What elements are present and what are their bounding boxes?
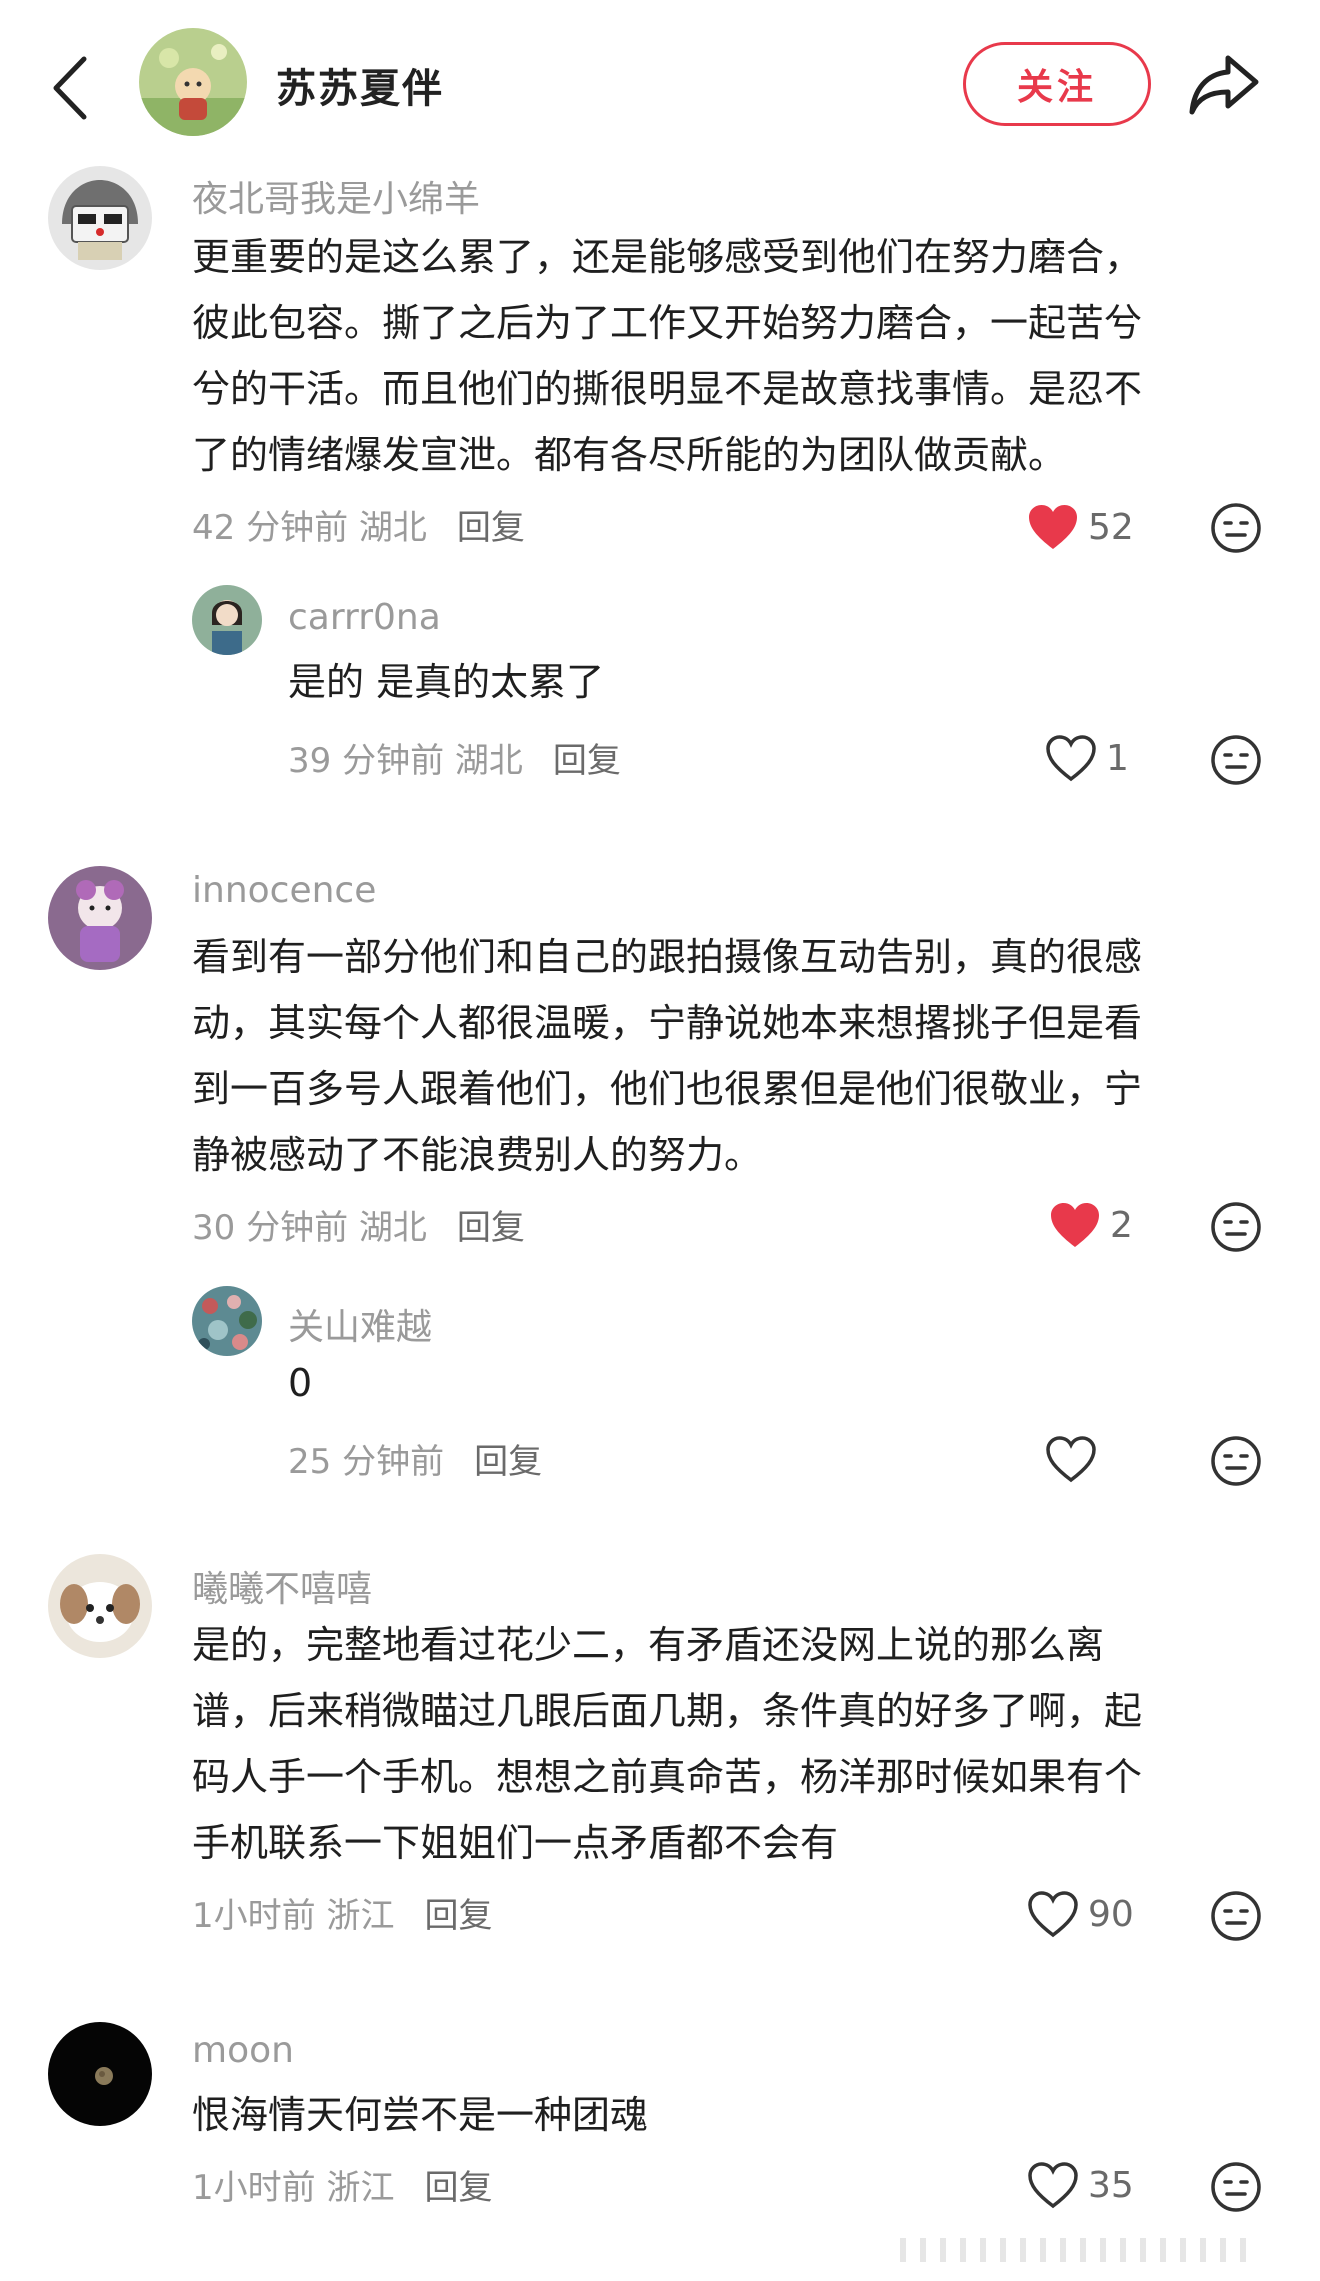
- commenter-name[interactable]: 曦曦不嘻嘻: [192, 1560, 372, 1612]
- commenter-avatar[interactable]: [48, 866, 152, 970]
- like-count: 35: [1088, 2164, 1134, 2206]
- author-name: 苏苏夏伴: [276, 66, 444, 112]
- heart-icon: [1028, 2162, 1078, 2209]
- author-avatar[interactable]: [139, 28, 247, 136]
- commenter-avatar[interactable]: [192, 1286, 262, 1356]
- comment-text-line: 谱，后来稍微瞄过几眼后面几期，条件真的好多了啊，起: [192, 1689, 1143, 1733]
- comment-text-line: 恨海情天何尝不是一种团魂: [192, 2093, 649, 2137]
- comment-text-line: 码人手一个手机。想想之前真命苦，杨洋那时候如果有个: [192, 1755, 1143, 1799]
- commenter-name[interactable]: 关山难越: [288, 1298, 432, 1350]
- reply-button[interactable]: 回复: [457, 1208, 525, 1248]
- commenter-avatar[interactable]: [48, 2022, 152, 2126]
- reply-button[interactable]: 回复: [553, 741, 621, 781]
- reply-button[interactable]: 回复: [474, 1442, 542, 1482]
- emoji-face-icon: [1211, 735, 1261, 785]
- comment-text-line: 彼此包容。撕了之后为了工作又开始努力磨合，一起苦兮: [192, 301, 1143, 345]
- commenter-name[interactable]: carrr0na: [288, 597, 441, 638]
- watermark-bars: [880, 2230, 1280, 2270]
- comment-text-line: 是的 是真的太累了: [288, 660, 605, 704]
- like-button[interactable]: 1: [1044, 733, 1129, 783]
- share-arrow-icon: [1189, 55, 1259, 115]
- top-bar: 苏苏夏伴 关注: [0, 0, 1320, 160]
- like-button[interactable]: 35: [1026, 2160, 1134, 2210]
- emoji-face-icon: [1211, 2162, 1261, 2212]
- comment-meta: 25 分钟前 回复: [288, 1434, 542, 1483]
- like-count: 52: [1088, 506, 1134, 548]
- emoji-react-button[interactable]: [1209, 1889, 1263, 1943]
- reply-button[interactable]: 回复: [424, 1896, 492, 1936]
- comment-text-line: 0: [288, 1361, 313, 1405]
- time-location: 25 分钟前: [288, 1442, 445, 1482]
- emoji-react-button[interactable]: [1209, 1200, 1263, 1254]
- comment-meta: 1小时前 浙江 回复: [192, 2160, 492, 2209]
- comment-text-line: 静被感动了不能浪费别人的努力。: [192, 1133, 763, 1177]
- heart-icon: [1051, 1203, 1099, 1247]
- comment-text-line: 了的情绪爆发宣泄。都有各尽所能的为团队做贡献。: [192, 433, 1067, 477]
- time-location: 1小时前 浙江: [192, 1896, 395, 1936]
- commenter-avatar[interactable]: [192, 585, 262, 655]
- comment-meta: 1小时前 浙江 回复: [192, 1888, 492, 1937]
- comment-meta: 42 分钟前 湖北 回复: [192, 500, 525, 549]
- emoji-face-icon: [1211, 1436, 1261, 1486]
- reply-button[interactable]: 回复: [424, 2168, 492, 2208]
- emoji-react-button[interactable]: [1209, 733, 1263, 787]
- time-location: 39 分钟前 湖北: [288, 741, 523, 781]
- commenter-avatar[interactable]: [48, 1554, 152, 1658]
- emoji-react-button[interactable]: [1209, 501, 1263, 555]
- chevron-left-icon: [53, 56, 87, 120]
- heart-icon: [1029, 505, 1077, 549]
- time-location: 30 分钟前 湖北: [192, 1208, 427, 1248]
- comment-text-line: 是的，完整地看过花少二，有矛盾还没网上说的那么离: [192, 1623, 1105, 1667]
- time-location: 1小时前 浙江: [192, 2168, 395, 2208]
- like-button[interactable]: 90: [1026, 1889, 1134, 1939]
- back-button[interactable]: [50, 55, 90, 121]
- follow-button[interactable]: 关注: [963, 42, 1151, 126]
- commenter-name[interactable]: 夜北哥我是小绵羊: [192, 170, 480, 222]
- commenter-name[interactable]: innocence: [192, 870, 376, 911]
- comment-meta: 39 分钟前 湖北 回复: [288, 733, 621, 782]
- reply-button[interactable]: 回复: [457, 508, 525, 548]
- time-location: 42 分钟前 湖北: [192, 508, 427, 548]
- like-button[interactable]: 52: [1026, 502, 1134, 552]
- like-count: 90: [1088, 1893, 1134, 1935]
- commenter-name[interactable]: moon: [192, 2030, 294, 2071]
- emoji-react-button[interactable]: [1209, 2160, 1263, 2214]
- emoji-face-icon: [1211, 1202, 1261, 1252]
- heart-icon: [1046, 1436, 1096, 1483]
- like-button[interactable]: [1044, 1434, 1106, 1484]
- comment-meta: 30 分钟前 湖北 回复: [192, 1200, 525, 1249]
- emoji-face-icon: [1211, 1891, 1261, 1941]
- commenter-avatar[interactable]: [48, 166, 152, 270]
- heart-icon: [1028, 1891, 1078, 1938]
- like-count: 1: [1106, 737, 1129, 779]
- share-button[interactable]: [1186, 50, 1262, 120]
- emoji-react-button[interactable]: [1209, 1434, 1263, 1488]
- comment-text-line: 看到有一部分他们和自己的跟拍摄像互动告别，真的很感: [192, 935, 1143, 979]
- emoji-face-icon: [1211, 503, 1261, 553]
- comment-text-line: 到一百多号人跟着他们，他们也很累但是他们很敬业，宁: [192, 1067, 1143, 1111]
- heart-icon: [1046, 735, 1096, 782]
- comment-text-line: 兮的干活。而且他们的撕很明显不是故意找事情。是忍不: [192, 367, 1143, 411]
- comment-text-line: 动，其实每个人都很温暖，宁静说她本来想撂挑子但是看: [192, 1001, 1143, 1045]
- like-button[interactable]: 2: [1048, 1200, 1133, 1250]
- comment-text-line: 更重要的是这么累了，还是能够感受到他们在努力磨合，: [192, 235, 1143, 279]
- comment-text-line: 手机联系一下姐姐们一点矛盾都不会有: [192, 1821, 839, 1865]
- like-count: 2: [1110, 1204, 1133, 1246]
